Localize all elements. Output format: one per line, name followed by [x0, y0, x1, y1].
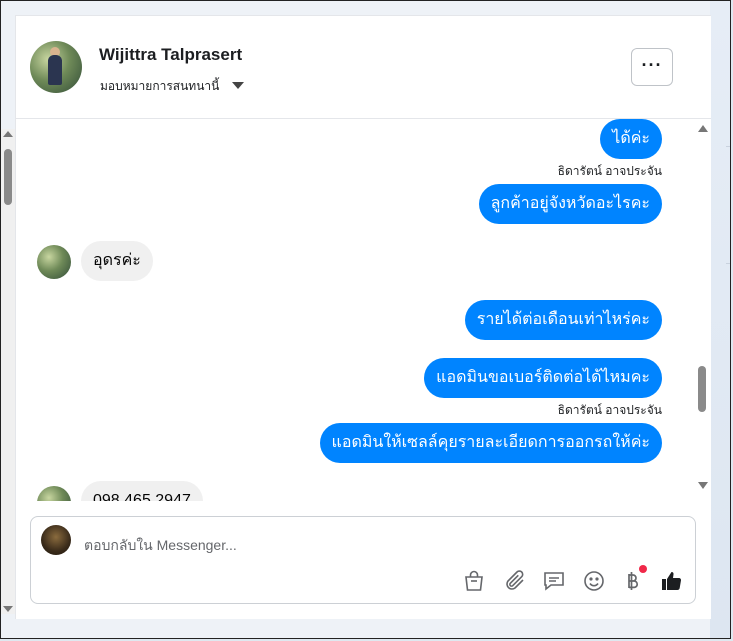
scrollbar-thumb[interactable] [4, 149, 12, 205]
reply-input[interactable]: ตอบกลับใน Messenger... [84, 535, 237, 557]
page-avatar [41, 525, 71, 555]
scroll-up-arrow-icon[interactable] [3, 131, 13, 137]
strip-divider [726, 146, 730, 147]
message-bubble-incoming: 098 465 2947 [81, 481, 203, 501]
sender-name-label: ธิดารัตน์ อาจประจัน [557, 403, 662, 417]
message-bubble-outgoing: ลูกค้าอยู่จังหวัดอะไรคะ [478, 184, 662, 224]
message-thread: ได้ค่ะ ธิดารัตน์ อาจประจัน ลูกค้าอยู่จัง… [16, 119, 711, 501]
contact-avatar[interactable] [30, 41, 82, 93]
more-options-button[interactable]: ··· [631, 48, 673, 86]
assign-conversation-dropdown[interactable]: มอบหมายการสนทนานี้ [100, 77, 219, 96]
contact-avatar-small [37, 245, 71, 279]
contact-name[interactable]: Wijittra Talprasert [99, 45, 242, 65]
scroll-up-arrow-icon[interactable] [698, 125, 708, 132]
message-bubble-outgoing: ได้ค่ะ [600, 119, 662, 159]
shopping-bag-icon[interactable] [462, 569, 486, 593]
conversation-header: Wijittra Talprasert มอบหมายการสนทนานี้ ·… [16, 16, 711, 119]
emoji-icon[interactable] [582, 569, 606, 593]
caret-down-icon[interactable] [232, 82, 244, 89]
reply-composer[interactable]: ตอบกลับใน Messenger... [30, 516, 696, 604]
page-scrollbar[interactable] [1, 129, 15, 614]
message-bubble-incoming: อุดรค่ะ [81, 241, 153, 281]
contact-avatar-small [37, 486, 71, 501]
paperclip-icon[interactable] [503, 569, 527, 593]
message-bubble-outgoing: แอดมินให้เซลล์คุยรายละเอียดการออกรถให้ค่… [319, 423, 662, 463]
sender-name-label: ธิดารัตน์ อาจประจัน [557, 164, 662, 178]
right-background-strip [710, 1, 730, 638]
avatar-figure-body [48, 55, 62, 85]
thread-scrollbar[interactable] [696, 119, 710, 501]
scroll-down-arrow-icon[interactable] [3, 606, 13, 612]
window-frame: Wijittra Talprasert มอบหมายการสนทนานี้ ·… [0, 0, 731, 639]
conversation-panel: Wijittra Talprasert มอบหมายการสนทนานี้ ·… [15, 15, 711, 619]
scroll-down-arrow-icon[interactable] [698, 482, 708, 489]
like-icon[interactable] [660, 569, 684, 593]
scrollbar-thumb[interactable] [698, 366, 706, 412]
message-bubble-outgoing: รายได้ต่อเดือนเท่าไหร่คะ [464, 300, 662, 340]
notification-dot [639, 565, 647, 573]
message-bubble-outgoing: แอดมินขอเบอร์ติดต่อได้ไหมคะ [424, 358, 662, 398]
strip-divider [726, 263, 730, 264]
saved-reply-icon[interactable] [542, 569, 566, 593]
